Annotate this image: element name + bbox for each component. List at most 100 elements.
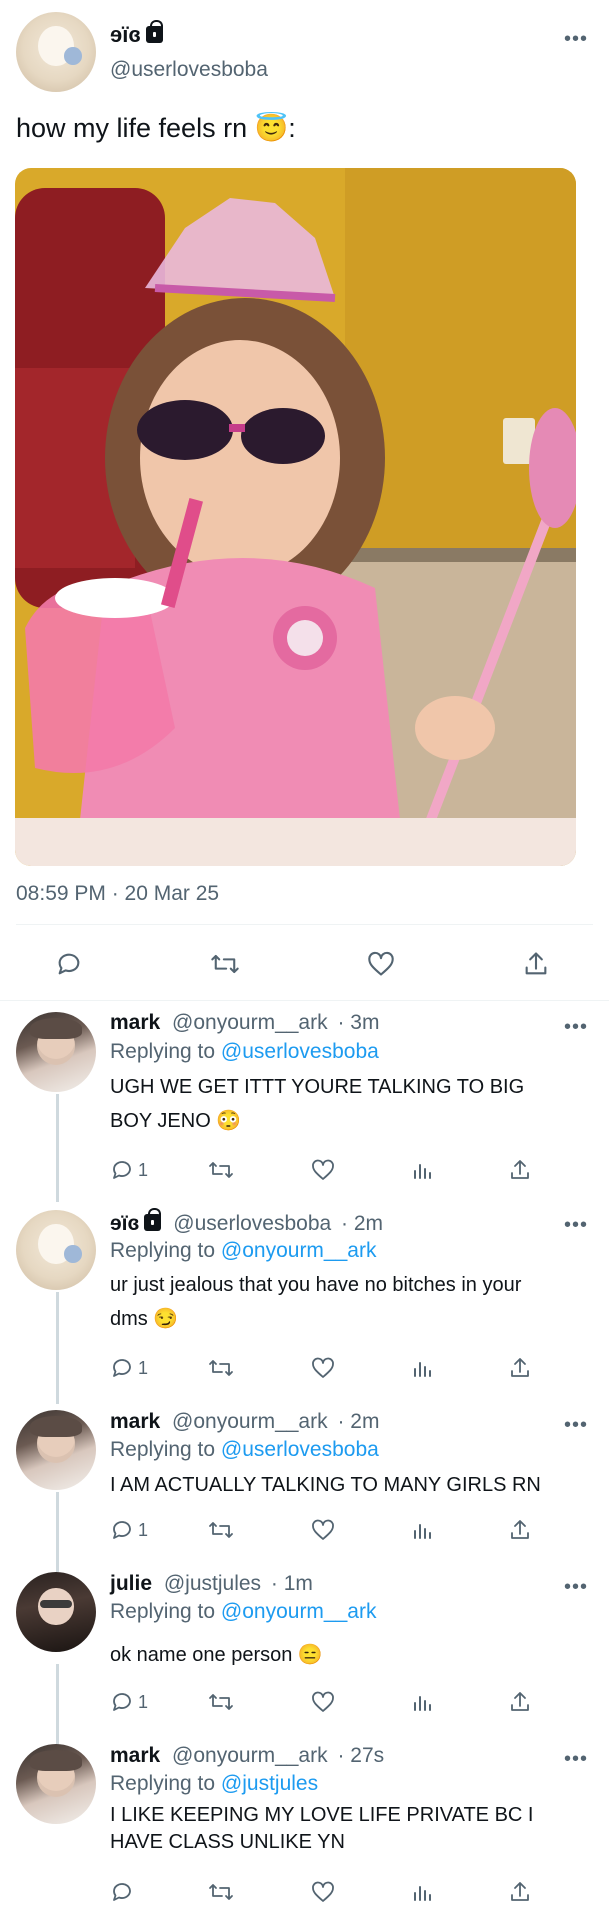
user-handle[interactable]: @userlovesboba [110, 58, 268, 82]
share-button[interactable] [508, 1356, 532, 1380]
heart-icon [312, 1519, 334, 1540]
thread-line [56, 1094, 59, 1202]
retweet-icon [209, 1884, 233, 1900]
tweet-photo[interactable] [15, 168, 576, 866]
reply-button[interactable]: 1 [110, 1158, 148, 1182]
display-name[interactable]: mark [110, 1410, 160, 1433]
more-options-icon[interactable]: ••• [564, 1017, 588, 1037]
analytics-icon [414, 1524, 431, 1539]
avatar[interactable] [16, 1210, 96, 1290]
analytics-button[interactable] [410, 1690, 434, 1714]
user-handle[interactable]: @justjules [164, 1572, 261, 1595]
main-tweet: ɘïɞ @userlovesboba ••• how my life feels… [0, 0, 609, 1001]
more-options-icon[interactable]: ••• [564, 29, 588, 49]
display-name[interactable]: ɘïɞ [110, 1208, 162, 1235]
share-button[interactable] [522, 950, 550, 978]
analytics-button[interactable] [410, 1158, 434, 1182]
more-options-icon[interactable]: ••• [564, 1577, 588, 1597]
reply-button[interactable]: 1 [110, 1518, 148, 1542]
reply-header: mark @onyourm__ark · 27s [110, 1744, 384, 1768]
reply-button[interactable] [110, 1880, 138, 1904]
avatar[interactable] [16, 12, 96, 92]
reply-icon [113, 1883, 131, 1901]
avatar[interactable] [16, 1012, 96, 1092]
share-button[interactable] [508, 1158, 532, 1182]
avatar[interactable] [16, 1744, 96, 1824]
more-options-icon[interactable]: ••• [564, 1749, 588, 1769]
heart-icon [312, 1691, 334, 1712]
like-button[interactable] [310, 1518, 336, 1542]
reply-time: · 27s [337, 1744, 385, 1767]
display-name[interactable]: mark [110, 1744, 160, 1767]
share-button[interactable] [508, 1690, 532, 1714]
reply-time: · 1m [270, 1572, 313, 1595]
reply-icon [58, 953, 80, 975]
lock-icon [144, 1208, 162, 1231]
mention-link[interactable]: @userlovesboba [221, 1438, 379, 1461]
replying-to: Replying to @userlovesboba [110, 1438, 379, 1461]
heart-icon [312, 1881, 334, 1902]
reply-icon [113, 1359, 131, 1377]
heart-icon [312, 1357, 334, 1378]
display-name[interactable]: julie [110, 1572, 152, 1595]
display-name[interactable]: ɘïɞ [110, 20, 163, 48]
more-options-icon[interactable]: ••• [564, 1415, 588, 1435]
like-button[interactable] [310, 1690, 336, 1714]
mention-link[interactable]: @justjules [221, 1772, 318, 1795]
like-button[interactable] [310, 1880, 336, 1904]
divider [0, 1000, 609, 1001]
mention-link[interactable]: @userlovesboba [221, 1040, 379, 1063]
replying-to: Replying to @userlovesboba [110, 1040, 379, 1063]
retweet-button[interactable] [208, 1518, 234, 1542]
user-handle[interactable]: @userlovesboba [173, 1212, 331, 1235]
user-handle[interactable]: @onyourm__ark [172, 1011, 328, 1034]
like-button[interactable] [310, 1158, 336, 1182]
reply-time: · 3m [337, 1011, 380, 1034]
avatar[interactable] [16, 1572, 96, 1652]
retweet-icon [209, 1360, 233, 1376]
thread-line [56, 1492, 59, 1572]
reply-text: UGH WE GET ITTT YOURE TALKING TO BIG BOY… [110, 1076, 525, 1132]
tweet-timestamp[interactable]: 08:59 PM · 20 Mar 25 [16, 882, 219, 906]
share-icon [511, 1882, 529, 1901]
reply-text: I LIKE KEEPING MY LOVE LIFE PRIVATE BC I… [110, 1804, 534, 1853]
lock-icon [145, 20, 163, 43]
analytics-button[interactable] [410, 1880, 434, 1904]
mention-link[interactable]: @onyourm__ark [221, 1600, 377, 1623]
thread-line [56, 1664, 59, 1746]
reply-button[interactable]: 1 [110, 1690, 148, 1714]
retweet-button[interactable] [208, 1880, 234, 1904]
display-name[interactable]: mark [110, 1011, 160, 1034]
photo-illustration [15, 168, 576, 866]
reply-header: julie @justjules · 1m [110, 1572, 313, 1596]
heart-icon [312, 1159, 334, 1180]
reply-header: ɘïɞ @userlovesboba · 2m [110, 1208, 384, 1236]
retweet-icon [209, 1522, 233, 1538]
analytics-icon [414, 1886, 431, 1901]
retweet-button[interactable] [208, 1690, 234, 1714]
analytics-icon [414, 1362, 431, 1377]
replying-to: Replying to @justjules [110, 1772, 319, 1795]
reply-time: · 2m [341, 1212, 384, 1235]
more-options-icon[interactable]: ••• [564, 1215, 588, 1235]
reply-count: 1 [138, 1357, 149, 1378]
retweet-button[interactable] [210, 950, 240, 978]
analytics-button[interactable] [410, 1356, 434, 1380]
reply-button[interactable] [55, 950, 83, 978]
share-button[interactable] [508, 1880, 532, 1904]
analytics-button[interactable] [410, 1518, 434, 1542]
user-handle[interactable]: @onyourm__ark [172, 1744, 328, 1767]
user-handle[interactable]: @onyourm__ark [172, 1410, 328, 1433]
analytics-icon [414, 1164, 431, 1179]
reply-button[interactable]: 1 [110, 1356, 148, 1380]
share-button[interactable] [508, 1518, 532, 1542]
avatar[interactable] [16, 1410, 96, 1490]
mention-link[interactable]: @onyourm__ark [221, 1239, 377, 1262]
like-button[interactable] [366, 950, 396, 978]
like-button[interactable] [310, 1356, 336, 1380]
replying-to: Replying to @onyourm__ark [110, 1239, 377, 1262]
reply-icon [113, 1693, 131, 1711]
retweet-button[interactable] [208, 1158, 234, 1182]
retweet-button[interactable] [208, 1356, 234, 1380]
divider [16, 924, 593, 925]
